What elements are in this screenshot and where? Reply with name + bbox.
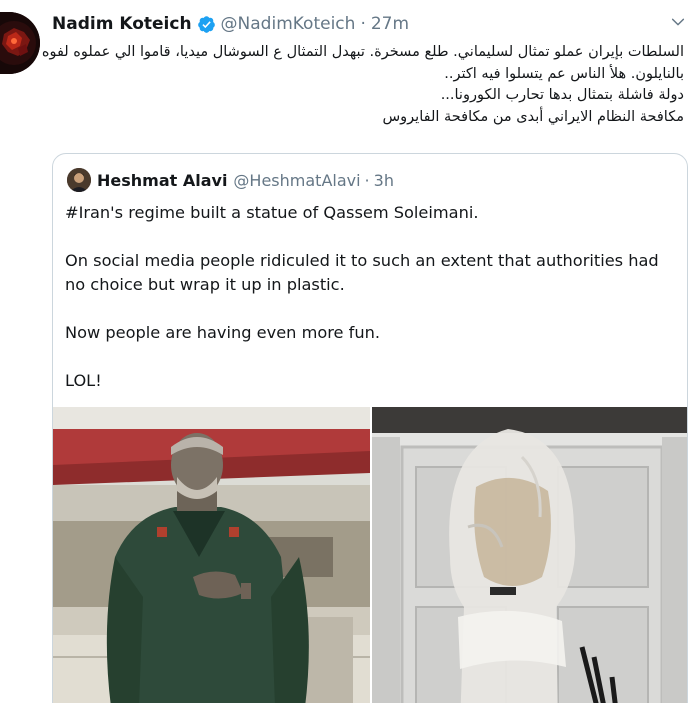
- quoted-author-name[interactable]: Heshmat Alavi: [97, 171, 227, 190]
- quoted-tweet[interactable]: Heshmat Alavi @HeshmatAlavi · 3h #Iran's…: [52, 153, 688, 703]
- quoted-timestamp[interactable]: 3h: [374, 171, 394, 190]
- author-avatar[interactable]: [0, 12, 40, 74]
- chevron-down-icon[interactable]: [670, 14, 686, 30]
- quoted-paragraph: Now people are having even more fun.: [65, 323, 381, 342]
- tweet-text-line: السلطات بإيران عملو تمثال لسليماني. طلع …: [41, 44, 684, 60]
- quoted-paragraph: LOL!: [65, 371, 102, 390]
- statue-image: [53, 407, 370, 703]
- tweet-header: Nadim Koteich @NadimKoteich · 27m: [52, 12, 409, 36]
- quoted-paragraph: On social media people ridiculed it to s…: [65, 251, 659, 294]
- author-name[interactable]: Nadim Koteich: [52, 14, 192, 34]
- quoted-author-handle[interactable]: @HeshmatAlavi: [233, 171, 360, 190]
- quoted-tweet-text: #Iran's regime built a statue of Qassem …: [65, 201, 677, 393]
- separator-dot: ·: [360, 14, 366, 34]
- tweet-text-line: مكافحة النظام الايراني أبدى من مكافحة ال…: [382, 108, 684, 125]
- verified-badge-icon: [197, 15, 215, 33]
- media-grid: [53, 407, 687, 703]
- quoted-paragraph: #Iran's regime built a statue of Qassem …: [65, 203, 479, 222]
- tweet-timestamp[interactable]: 27m: [371, 14, 409, 34]
- wrapped-statue-photo[interactable]: [372, 407, 687, 703]
- separator-dot: ·: [364, 170, 370, 190]
- statue-photo[interactable]: [53, 407, 370, 703]
- tweet-text: السلطات بإيران عملو تمثال لسليماني. طلع …: [41, 42, 684, 128]
- quoted-tweet-header: Heshmat Alavi @HeshmatAlavi · 3h: [97, 168, 394, 192]
- avatar-image: [0, 12, 40, 74]
- wrapped-statue-image: [372, 407, 687, 703]
- tweet-text-line: دولة فاشلة بتمثال بدها تحارب الكورونا...: [440, 87, 684, 103]
- quoted-avatar-image: [67, 168, 91, 192]
- tweet-card[interactable]: Nadim Koteich @NadimKoteich · 27m السلطا…: [0, 0, 700, 703]
- tweet-text-line: بالنايلون. هلأ الناس عم يتسلوا فيه اكتر.…: [444, 65, 684, 82]
- quoted-author-avatar: [67, 168, 91, 192]
- author-handle[interactable]: @NadimKoteich: [221, 14, 356, 34]
